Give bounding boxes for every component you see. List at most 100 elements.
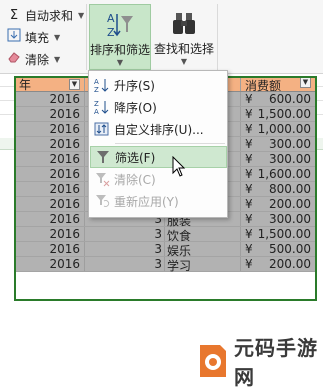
sort-filter-menu: AZ 升序(S) ZA 降序(O) 自定义排序(U)... 筛选(F) 清除(C… (88, 70, 228, 218)
currency-symbol: ¥ (245, 242, 253, 256)
year-cell[interactable]: 2016 (15, 107, 85, 121)
chevron-down-icon: ▼ (78, 10, 85, 20)
amount-cell[interactable]: ¥1,000.00 (241, 122, 316, 136)
amount-value: 1,500.00 (257, 227, 311, 241)
header-cell-year[interactable]: 年 ▼ (15, 77, 85, 92)
table-row[interactable]: 2016 3 学习 ¥200.00 (15, 257, 316, 273)
filter-dropdown-icon[interactable]: ▼ (300, 77, 311, 88)
currency-symbol: ¥ (245, 212, 253, 226)
amount-cell[interactable]: ¥300.00 (241, 137, 316, 151)
svg-text:A: A (94, 78, 99, 86)
svg-text:A: A (94, 108, 99, 115)
year-cell[interactable]: 2016 (15, 137, 85, 151)
month-cell[interactable]: 3 (85, 242, 165, 256)
year-cell[interactable]: 2016 (15, 152, 85, 166)
amount-cell[interactable]: ¥200.00 (241, 257, 316, 271)
year-cell[interactable]: 2016 (15, 122, 85, 136)
currency-symbol: ¥ (245, 92, 253, 106)
currency-symbol: ¥ (245, 167, 253, 181)
year-cell[interactable]: 2016 (15, 92, 85, 106)
svg-text:Z: Z (94, 86, 99, 93)
amount-value: 500.00 (269, 242, 311, 256)
currency-symbol: ¥ (245, 197, 253, 211)
sort-filter-button[interactable]: A Z 排序和筛选 ▼ (89, 4, 151, 70)
year-cell[interactable]: 2016 (15, 227, 85, 241)
amount-cell[interactable]: ¥1,500.00 (241, 227, 316, 241)
amount-cell[interactable]: ¥300.00 (241, 212, 316, 226)
year-cell[interactable]: 2016 (15, 182, 85, 196)
custom-sort-icon (90, 121, 114, 137)
chevron-down-icon: ▼ (54, 54, 61, 64)
year-cell[interactable]: 2016 (15, 242, 85, 256)
category-cell[interactable]: 娱乐 (165, 242, 241, 258)
currency-symbol: ¥ (245, 227, 253, 241)
category-cell[interactable]: 饮食 (165, 227, 241, 243)
amount-value: 1,500.00 (257, 107, 311, 121)
amount-cell[interactable]: ¥200.00 (241, 197, 316, 211)
category-cell[interactable]: 学习 (165, 257, 241, 273)
clear-filter-icon (90, 171, 114, 187)
fill-down-icon (6, 28, 22, 46)
autosum-button[interactable]: Σ 自动求和 ▼ (6, 6, 84, 24)
ribbon: Σ 自动求和 ▼ 填充 ▼ 清除 ▼ A Z 排序和筛选 ▼ 查找和选择 ▼ (0, 0, 323, 74)
amount-cell[interactable]: ¥600.00 (241, 92, 316, 106)
amount-value: 1,600.00 (257, 167, 311, 181)
menu-item-custom-sort[interactable]: 自定义排序(U)... (90, 118, 227, 140)
ribbon-divider (86, 4, 87, 70)
binoculars-icon (169, 8, 199, 40)
amount-cell[interactable]: ¥300.00 (241, 152, 316, 166)
menu-item-sort-descending[interactable]: ZA 降序(O) (90, 96, 227, 118)
chevron-down-icon: ▼ (116, 58, 124, 67)
filter-icon (91, 149, 115, 165)
menu-item-reapply[interactable]: 重新应用(Y) (90, 190, 227, 212)
year-cell[interactable]: 2016 (15, 257, 85, 271)
amount-value: 1,000.00 (257, 122, 311, 136)
chevron-down-icon: ▼ (54, 32, 61, 42)
svg-text:Z: Z (107, 26, 115, 39)
watermark-logo-icon (196, 341, 230, 381)
currency-symbol: ¥ (245, 107, 253, 121)
svg-text:A: A (107, 12, 115, 25)
sort-descending-icon: ZA (90, 99, 114, 115)
month-cell[interactable]: 3 (85, 257, 165, 271)
year-cell[interactable]: 2016 (15, 197, 85, 211)
header-cell-spending[interactable]: 消费额 ▼ (241, 77, 316, 93)
currency-symbol: ¥ (245, 137, 253, 151)
menu-item-clear-filter[interactable]: 清除(C) (90, 168, 227, 190)
amount-cell[interactable]: ¥1,600.00 (241, 167, 316, 181)
amount-value: 300.00 (269, 212, 311, 226)
sort-filter-icon: A Z (105, 9, 135, 41)
watermark: 元码手游网 (196, 336, 323, 389)
currency-symbol: ¥ (245, 182, 253, 196)
ribbon-divider (217, 4, 218, 70)
currency-symbol: ¥ (245, 122, 253, 136)
amount-value: 600.00 (269, 92, 311, 106)
amount-value: 200.00 (269, 257, 311, 271)
currency-symbol: ¥ (245, 257, 253, 271)
amount-value: 300.00 (269, 152, 311, 166)
filter-dropdown-icon[interactable]: ▼ (69, 78, 80, 90)
mouse-cursor-icon (172, 155, 186, 181)
amount-value: 300.00 (269, 137, 311, 151)
month-cell[interactable]: 3 (85, 227, 165, 241)
reapply-icon (90, 193, 114, 209)
find-select-button[interactable]: 查找和选择 ▼ (153, 4, 215, 70)
chevron-down-icon: ▼ (180, 57, 188, 66)
clear-button[interactable]: 清除 ▼ (6, 50, 60, 68)
eraser-icon (6, 51, 22, 67)
fill-button[interactable]: 填充 ▼ (6, 28, 60, 46)
sort-ascending-icon: AZ (90, 77, 114, 93)
year-cell[interactable]: 2016 (15, 167, 85, 181)
sigma-icon: Σ (9, 7, 19, 23)
year-cell[interactable]: 2016 (15, 212, 85, 226)
watermark-text: 元码手游网 (234, 336, 318, 389)
table-row[interactable]: 2016 3 娱乐 ¥500.00 (15, 242, 316, 258)
menu-item-filter[interactable]: 筛选(F) (90, 146, 227, 168)
currency-symbol: ¥ (245, 152, 253, 166)
amount-cell[interactable]: ¥500.00 (241, 242, 316, 256)
amount-value: 200.00 (269, 197, 311, 211)
menu-item-sort-ascending[interactable]: AZ 升序(S) (90, 74, 227, 96)
table-row[interactable]: 2016 3 饮食 ¥1,500.00 (15, 227, 316, 243)
amount-cell[interactable]: ¥800.00 (241, 182, 316, 196)
amount-cell[interactable]: ¥1,500.00 (241, 107, 316, 121)
